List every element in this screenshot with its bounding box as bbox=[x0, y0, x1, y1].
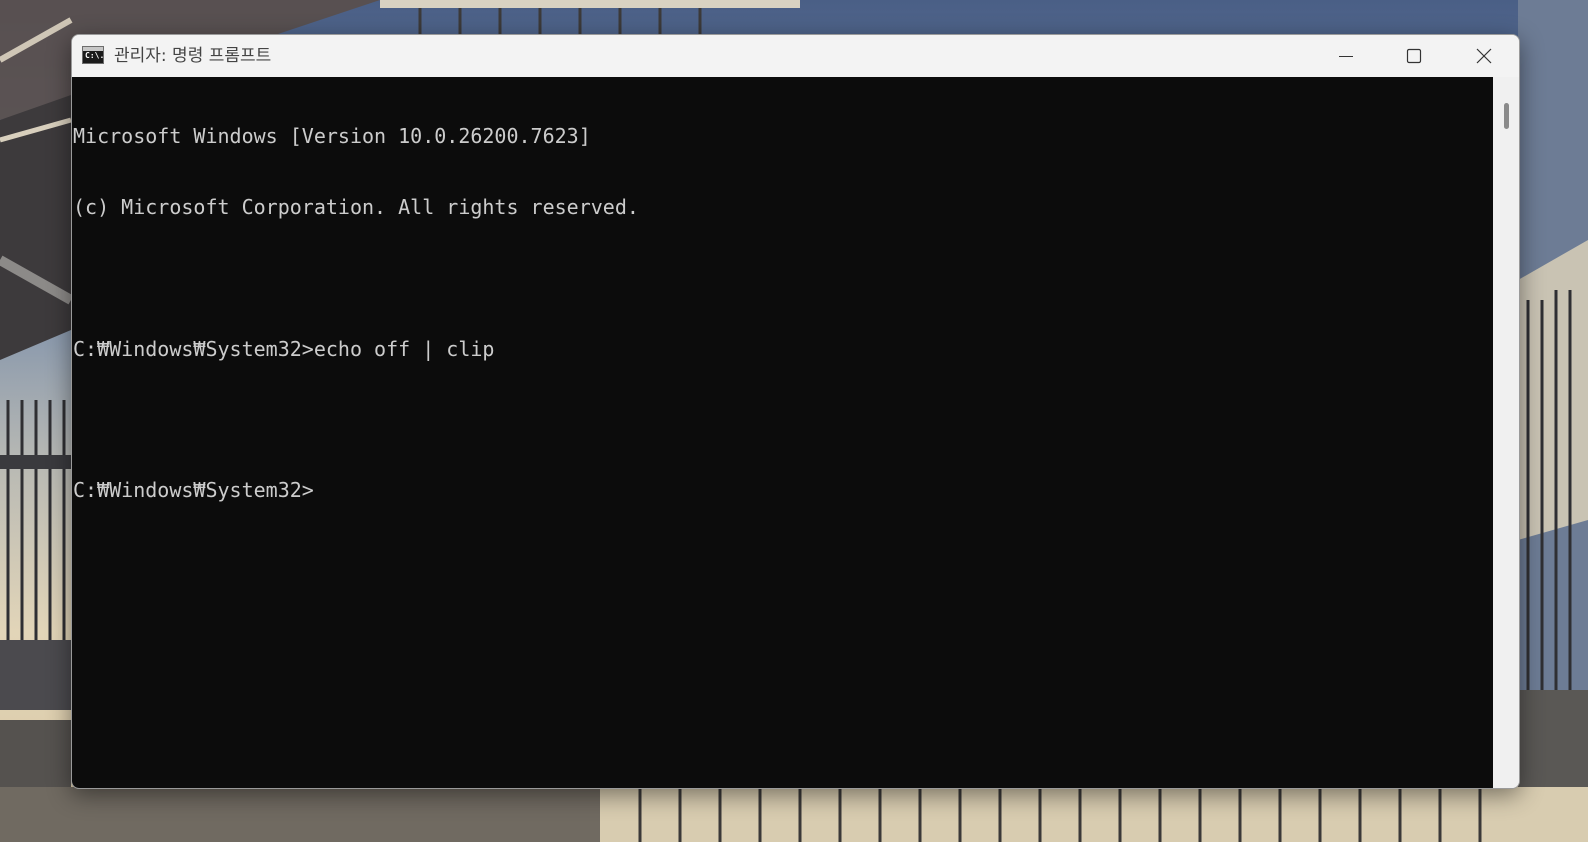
console-line-copyright: (c) Microsoft Corporation. All rights re… bbox=[73, 194, 639, 219]
minimize-button[interactable] bbox=[1312, 35, 1380, 77]
close-icon bbox=[1476, 48, 1492, 64]
scrollbar-thumb[interactable] bbox=[1504, 103, 1509, 129]
cmd-icon-text: C:\. bbox=[85, 51, 105, 60]
minimize-icon bbox=[1339, 56, 1353, 57]
title-bar[interactable]: C:\. 관리자: 명령 프롬프트 bbox=[72, 35, 1519, 77]
console-text: Microsoft Windows [Version 10.0.26200.76… bbox=[73, 78, 639, 550]
window-title: 관리자: 명령 프롬프트 bbox=[114, 46, 272, 66]
command-prompt-window[interactable]: C:\. 관리자: 명령 프롬프트 Microsoft Windows [Ver… bbox=[71, 34, 1520, 789]
maximize-button[interactable] bbox=[1380, 35, 1448, 77]
console-line-command: C:₩Windows₩System32>echo off | clip bbox=[73, 336, 495, 361]
cmd-icon: C:\. bbox=[82, 46, 104, 64]
console-output-area[interactable]: Microsoft Windows [Version 10.0.26200.76… bbox=[72, 77, 1493, 788]
close-button[interactable] bbox=[1450, 35, 1518, 77]
vertical-scrollbar[interactable] bbox=[1493, 77, 1519, 788]
maximize-icon bbox=[1406, 48, 1422, 64]
console-line-prompt[interactable]: C:₩Windows₩System32> bbox=[73, 478, 639, 503]
console-line-version: Microsoft Windows [Version 10.0.26200.76… bbox=[73, 124, 591, 149]
